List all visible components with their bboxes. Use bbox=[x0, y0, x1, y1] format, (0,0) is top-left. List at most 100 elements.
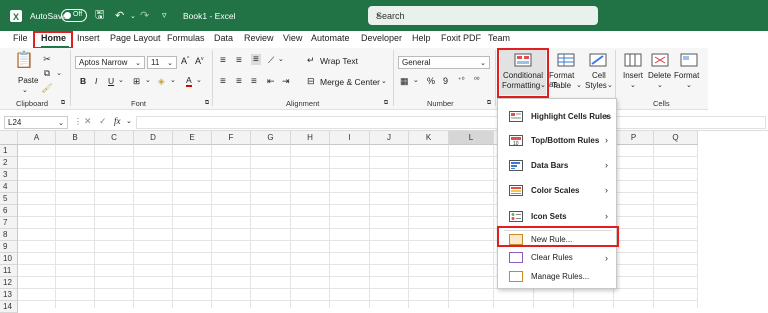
tab-formulas[interactable]: Formulas bbox=[167, 33, 205, 43]
percent-style-icon[interactable]: % bbox=[427, 76, 435, 86]
paste-dropdown-icon[interactable]: ⌄ bbox=[22, 86, 28, 94]
row-header[interactable]: 7 bbox=[0, 217, 18, 229]
customize-toolbar-icon[interactable]: ▿ bbox=[162, 0, 167, 31]
underline-dropdown-icon[interactable]: ⌄ bbox=[118, 76, 124, 84]
column-header[interactable]: F bbox=[212, 131, 251, 145]
tab-page-layout[interactable]: Page Layout bbox=[110, 33, 161, 43]
search-box[interactable]: ⌕ Search bbox=[368, 6, 598, 25]
format-as-table-button[interactable]: Format as Table ⌄ bbox=[549, 50, 583, 95]
format-cells-button[interactable]: Format ⌄ bbox=[674, 50, 704, 95]
menu-item-data-bars[interactable]: Data Bars › bbox=[498, 154, 616, 176]
autosave-toggle[interactable]: Off bbox=[61, 9, 87, 22]
row-header[interactable]: 6 bbox=[0, 205, 18, 217]
column-header[interactable]: A bbox=[18, 131, 56, 145]
copy-icon[interactable]: ⧉ bbox=[42, 68, 52, 78]
insert-function-button[interactable]: fx bbox=[114, 116, 121, 126]
tab-file[interactable]: File bbox=[13, 33, 28, 43]
number-format-select[interactable]: General ⌄ bbox=[398, 56, 490, 69]
italic-button[interactable]: I bbox=[95, 76, 97, 86]
enter-icon[interactable]: ✓ bbox=[99, 116, 107, 127]
row-header[interactable]: 11 bbox=[0, 265, 18, 277]
row-header[interactable]: 14 bbox=[0, 301, 18, 313]
orientation-icon[interactable]: ⟋ bbox=[268, 55, 274, 66]
align-bottom-icon[interactable]: ≡ bbox=[251, 54, 261, 65]
column-header[interactable]: E bbox=[173, 131, 212, 145]
increase-font-icon[interactable]: A^ bbox=[181, 56, 189, 66]
delete-cells-button[interactable]: Delete ⌄ bbox=[646, 50, 674, 95]
tab-data[interactable]: Data bbox=[214, 33, 233, 43]
comma-style-icon[interactable]: 9 bbox=[443, 76, 448, 86]
merge-center-button[interactable]: Merge & Center bbox=[320, 77, 380, 87]
decrease-font-icon[interactable]: Av bbox=[195, 56, 204, 66]
copy-dropdown-icon[interactable]: ⌄ bbox=[55, 68, 63, 78]
tab-foxit-pdf[interactable]: Foxit PDF bbox=[441, 33, 481, 43]
borders-dropdown-icon[interactable]: ⌄ bbox=[145, 76, 151, 84]
merge-dropdown-icon[interactable]: ⌄ bbox=[381, 77, 387, 85]
font-color-icon[interactable]: A bbox=[186, 76, 192, 87]
column-header[interactable]: H bbox=[291, 131, 330, 145]
function-dropdown-icon[interactable]: ⌄ bbox=[126, 117, 132, 125]
tab-developer[interactable]: Developer bbox=[361, 33, 402, 43]
column-header[interactable]: K bbox=[409, 131, 449, 145]
column-header[interactable]: D bbox=[134, 131, 173, 145]
align-center-icon[interactable]: ≡ bbox=[236, 76, 242, 87]
row-header[interactable]: 1 bbox=[0, 145, 18, 157]
paste-label[interactable]: Paste bbox=[18, 76, 38, 85]
align-right-icon[interactable]: ≡ bbox=[251, 76, 257, 87]
formula-input[interactable] bbox=[136, 116, 766, 129]
merge-center-icon[interactable]: ⊟ bbox=[307, 76, 315, 87]
row-header[interactable]: 12 bbox=[0, 277, 18, 289]
increase-decimal-icon[interactable]: ⁺⁰ bbox=[458, 76, 465, 84]
number-launcher-icon[interactable]: ⧉ bbox=[486, 100, 492, 106]
row-header[interactable]: 10 bbox=[0, 253, 18, 265]
bold-button[interactable]: B bbox=[80, 76, 86, 86]
column-header[interactable]: P bbox=[614, 131, 654, 145]
column-header[interactable]: I bbox=[330, 131, 370, 145]
align-middle-icon[interactable]: ≡ bbox=[236, 55, 242, 66]
tab-review[interactable]: Review bbox=[244, 33, 274, 43]
accounting-dropdown-icon[interactable]: ⌄ bbox=[413, 76, 419, 84]
menu-item-clear-rules[interactable]: Clear Rules › bbox=[498, 249, 616, 266]
increase-indent-icon[interactable]: ⇥ bbox=[282, 76, 290, 87]
fill-color-icon[interactable]: ◈ bbox=[158, 76, 165, 87]
column-header[interactable]: B bbox=[56, 131, 95, 145]
menu-item-color-scales[interactable]: Color Scales › bbox=[498, 179, 616, 201]
row-header[interactable]: 3 bbox=[0, 169, 18, 181]
tab-automate[interactable]: Automate bbox=[311, 33, 350, 43]
more-options-icon[interactable]: ⋮ bbox=[74, 117, 82, 126]
row-header[interactable]: 2 bbox=[0, 157, 18, 169]
row-header[interactable]: 9 bbox=[0, 241, 18, 253]
column-header[interactable]: J bbox=[370, 131, 409, 145]
row-header[interactable]: 8 bbox=[0, 229, 18, 241]
align-top-icon[interactable]: ≡ bbox=[220, 55, 226, 66]
column-header[interactable]: Q bbox=[654, 131, 698, 145]
font-color-dropdown-icon[interactable]: ⌄ bbox=[196, 76, 202, 84]
tab-help[interactable]: Help bbox=[412, 33, 431, 43]
cut-icon[interactable]: ✂ bbox=[42, 54, 52, 64]
column-header[interactable]: G bbox=[251, 131, 291, 145]
undo-dropdown-icon[interactable]: ⌄ bbox=[130, 0, 136, 31]
orientation-dropdown-icon[interactable]: ⌄ bbox=[278, 55, 284, 63]
clipboard-launcher-icon[interactable]: ⧉ bbox=[60, 100, 66, 106]
select-all-corner[interactable] bbox=[0, 131, 18, 145]
paste-icon[interactable]: 📋 bbox=[14, 50, 34, 70]
column-header[interactable]: C bbox=[95, 131, 134, 145]
row-header[interactable]: 5 bbox=[0, 193, 18, 205]
wrap-text-icon[interactable]: ↵ bbox=[307, 55, 315, 66]
row-header[interactable]: 4 bbox=[0, 181, 18, 193]
font-size-select[interactable]: 11 ⌄ bbox=[147, 56, 177, 69]
tab-insert[interactable]: Insert bbox=[77, 33, 100, 43]
menu-item-top-bottom-rules[interactable]: 10 Top/Bottom Rules › bbox=[498, 129, 616, 151]
tab-team[interactable]: Team bbox=[488, 33, 510, 43]
menu-item-manage-rules[interactable]: Manage Rules... bbox=[498, 268, 616, 285]
borders-icon[interactable]: ⊞ bbox=[133, 76, 140, 87]
fill-color-dropdown-icon[interactable]: ⌄ bbox=[170, 76, 176, 84]
alignment-launcher-icon[interactable]: ⧉ bbox=[383, 100, 389, 106]
column-header[interactable]: L bbox=[449, 131, 494, 145]
name-box[interactable]: L24 ⌄ bbox=[4, 116, 68, 129]
menu-item-icon-sets[interactable]: Icon Sets › bbox=[498, 205, 616, 227]
decrease-decimal-icon[interactable]: ⁰⁰ bbox=[474, 76, 480, 84]
cancel-icon[interactable]: ✕ bbox=[84, 116, 92, 127]
format-painter-icon[interactable]: 🖌 bbox=[41, 83, 52, 93]
insert-cells-button[interactable]: Insert ⌄ bbox=[620, 50, 646, 95]
